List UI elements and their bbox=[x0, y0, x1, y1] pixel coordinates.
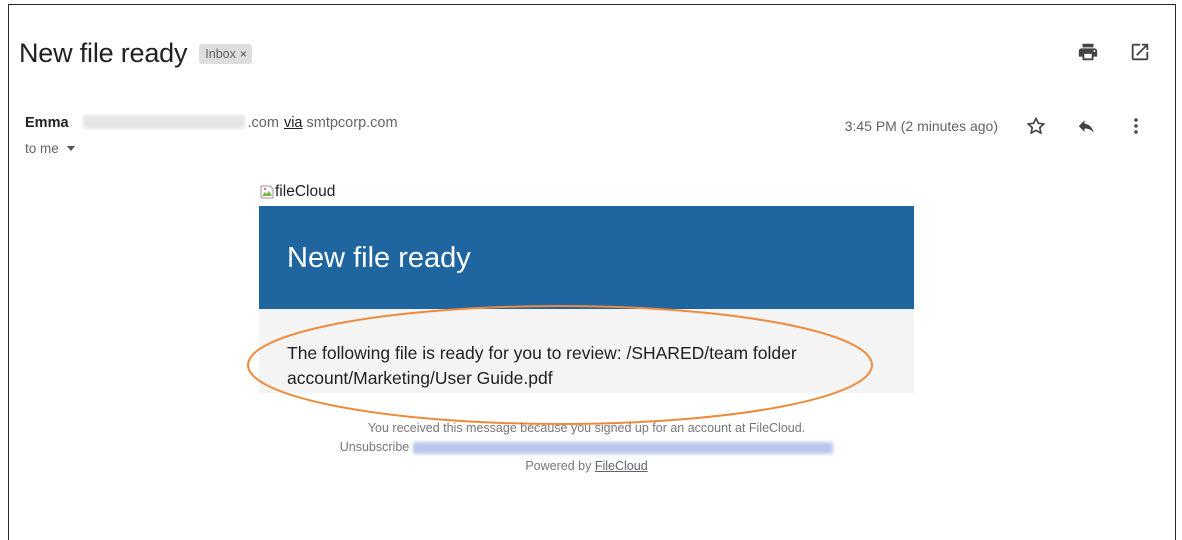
unsubscribe-row: Unsubscribe bbox=[259, 438, 914, 457]
via-prefix: via bbox=[284, 115, 303, 131]
redacted-unsubscribe-link[interactable] bbox=[413, 441, 834, 454]
more-vertical-icon[interactable] bbox=[1124, 114, 1148, 138]
message-actions bbox=[1024, 114, 1148, 138]
email-banner: New file ready bbox=[259, 206, 914, 309]
caret-down-icon[interactable] bbox=[66, 146, 75, 151]
sender-domain: .com bbox=[247, 115, 279, 131]
footer-notice: You received this message because you si… bbox=[367, 421, 806, 435]
inbox-label-chip[interactable]: Inbox × bbox=[199, 43, 252, 64]
star-icon[interactable] bbox=[1024, 114, 1048, 138]
powered-by: Powered by FileCloud bbox=[259, 457, 914, 476]
recipient-label: to me bbox=[25, 141, 59, 156]
message-body: The following file is ready for you to r… bbox=[259, 309, 914, 393]
subject-row: New file ready Inbox × bbox=[19, 38, 252, 69]
open-in-new-window-icon[interactable] bbox=[1128, 40, 1152, 64]
redacted-email bbox=[82, 115, 245, 129]
sender-row: Emma .com via smtpcorp.com bbox=[25, 113, 398, 131]
via-host: smtpcorp.com bbox=[306, 115, 398, 131]
unsubscribe-label: Unsubscribe bbox=[339, 440, 410, 454]
filecloud-logo-image: fileCloud bbox=[259, 183, 335, 201]
broken-image-icon bbox=[259, 184, 275, 200]
sender-name[interactable]: Emma bbox=[25, 115, 69, 131]
reply-icon[interactable] bbox=[1074, 114, 1098, 138]
recipient-details-toggle[interactable]: to me bbox=[25, 141, 75, 156]
label-text: Inbox bbox=[205, 46, 236, 61]
message-text: The following file is ready for you to r… bbox=[287, 343, 797, 388]
banner-title: New file ready bbox=[287, 242, 471, 274]
timestamp: 3:45 PM (2 minutes ago) bbox=[844, 118, 998, 134]
powered-by-prefix: Powered by bbox=[525, 459, 592, 473]
thread-actions bbox=[1076, 40, 1152, 64]
printer-icon[interactable] bbox=[1076, 40, 1100, 64]
filecloud-link[interactable]: FileCloud bbox=[595, 459, 648, 473]
email-footer: You received this message because you si… bbox=[259, 419, 914, 476]
via-link[interactable]: via bbox=[284, 115, 303, 131]
message-meta: 3:45 PM (2 minutes ago) bbox=[845, 114, 1148, 138]
logo-alt-text: fileCloud bbox=[275, 183, 336, 200]
email-subject: New file ready bbox=[19, 38, 188, 68]
remove-label-button[interactable]: × bbox=[240, 47, 247, 61]
